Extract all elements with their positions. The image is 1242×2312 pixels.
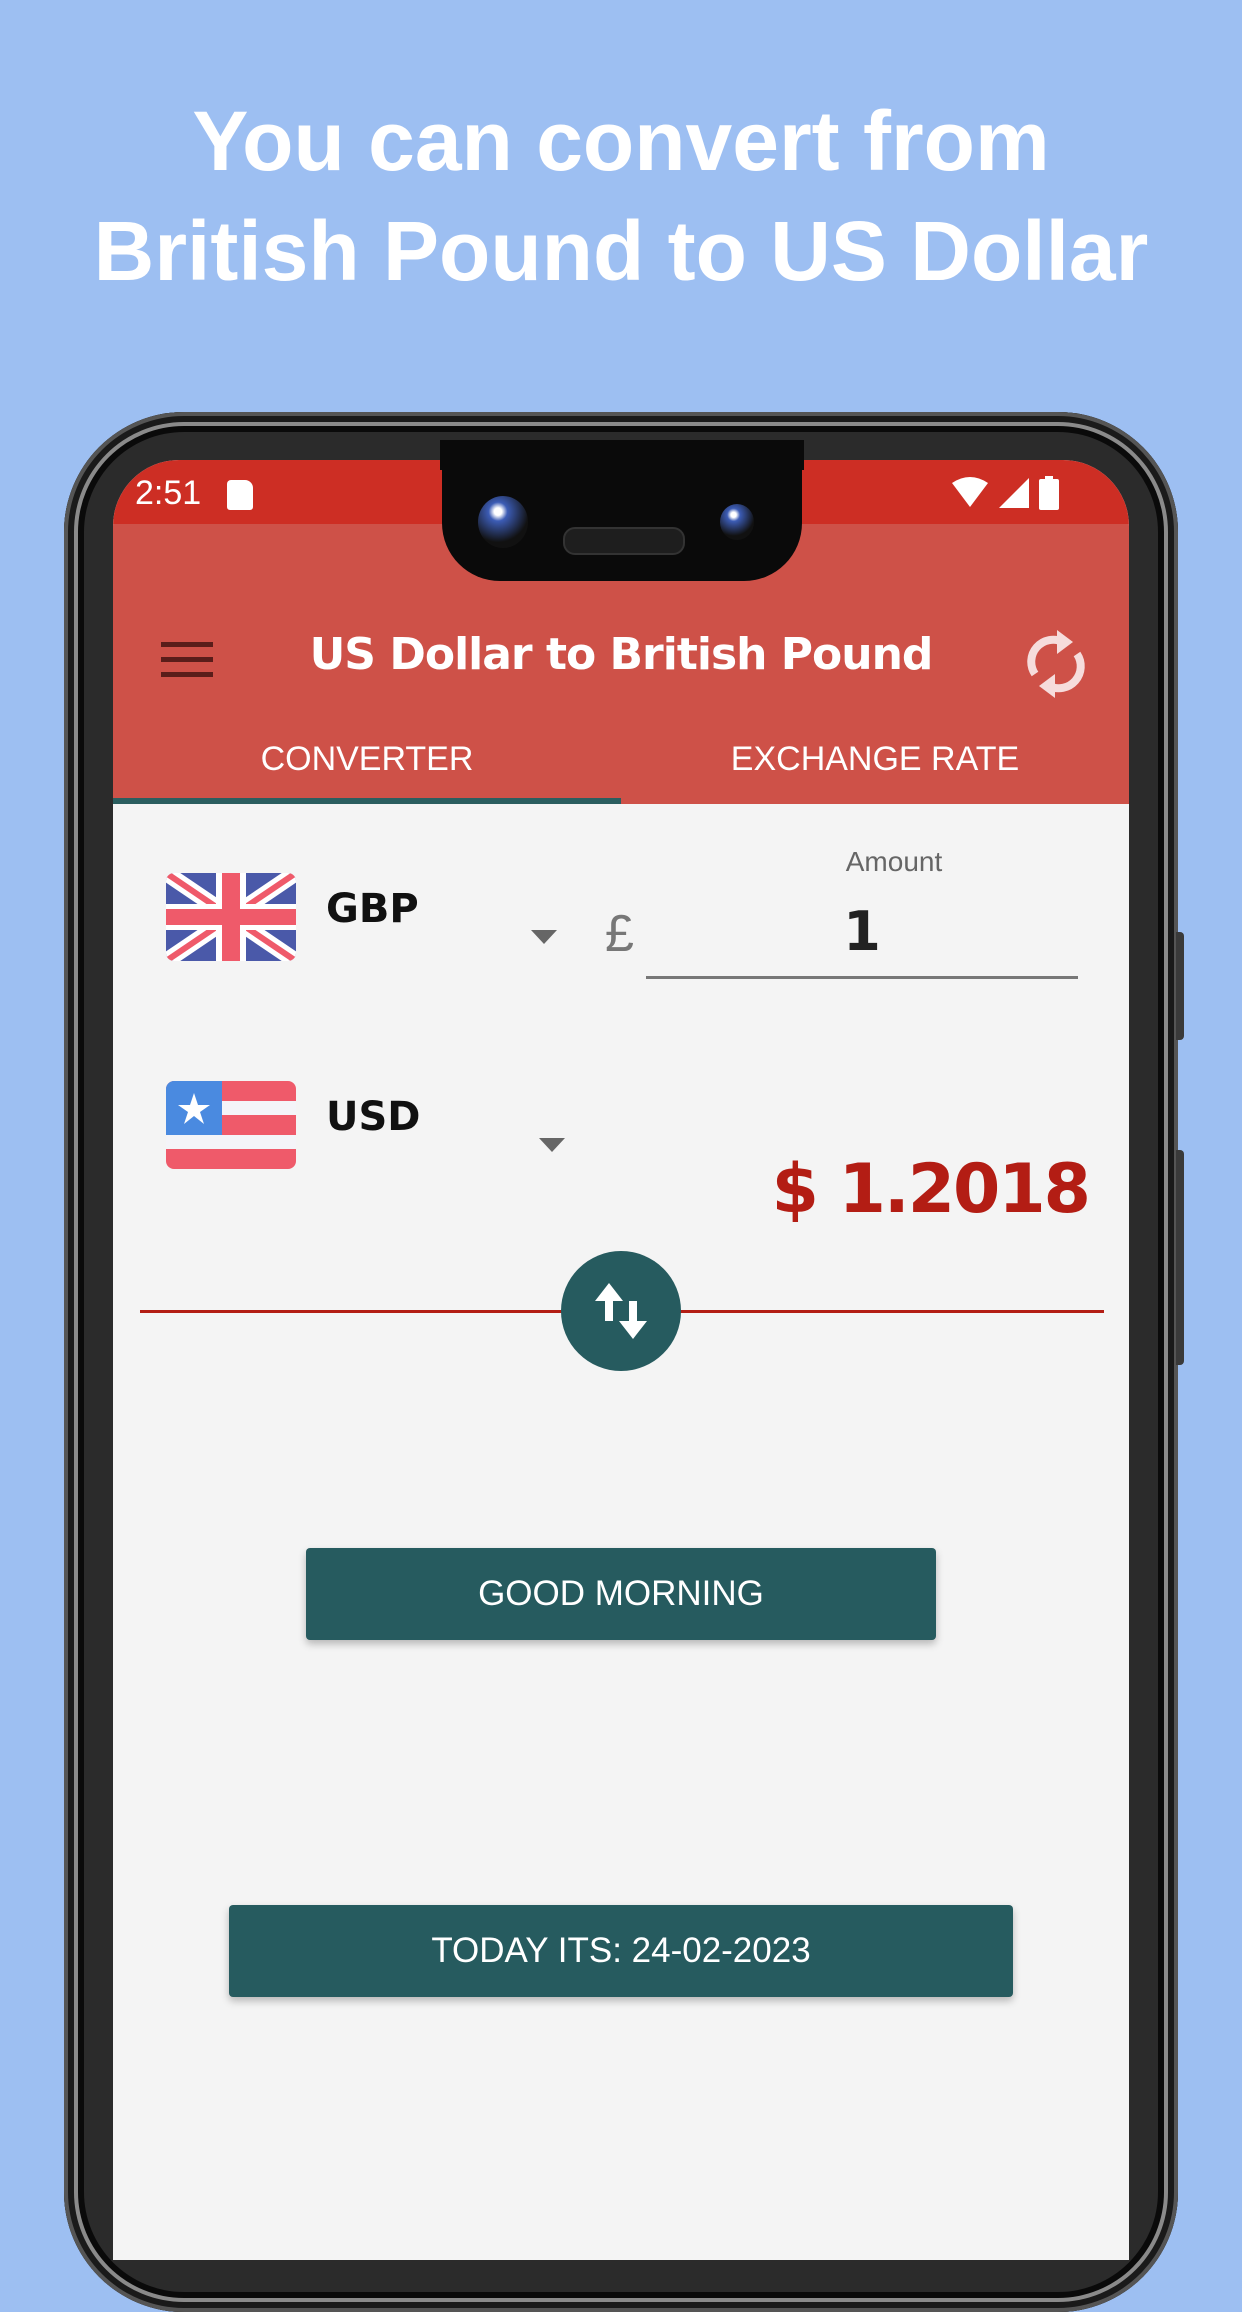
promo-headline-line2: British Pound to US Dollar	[93, 204, 1149, 298]
phone-side-button-bottom	[1176, 1150, 1184, 1365]
swap-currencies-button[interactable]	[561, 1251, 681, 1371]
uk-flag-icon[interactable]	[166, 873, 296, 961]
us-flag-icon[interactable]	[166, 1081, 296, 1169]
refresh-icon[interactable]	[1021, 624, 1091, 704]
conversion-result: $ 1.2018	[771, 1150, 1091, 1229]
promo-headline: You can convert from British Pound to US…	[0, 86, 1242, 306]
earpiece-speaker	[563, 527, 685, 555]
wifi-icon	[952, 477, 988, 507]
tab-bar: CONVERTER EXCHANGE RATE	[113, 720, 1129, 804]
to-currency-dropdown-arrow[interactable]	[539, 1138, 565, 1152]
amount-input[interactable]	[646, 886, 1078, 979]
phone-side-button-top	[1176, 932, 1184, 1040]
front-sensor-icon	[720, 504, 754, 540]
promo-headline-line1: You can convert from	[192, 94, 1050, 188]
swap-vertical-icon	[595, 1283, 647, 1339]
cellular-signal-icon	[999, 478, 1029, 508]
sd-card-icon	[227, 480, 253, 510]
front-camera-icon	[478, 496, 528, 548]
from-currency-code[interactable]: GBP	[326, 886, 419, 932]
tab-exchange-rate[interactable]: EXCHANGE RATE	[621, 720, 1129, 804]
converter-panel: GBP Amount £ USD $ 1.2018 GOOD MORNING	[113, 804, 1129, 2260]
from-currency-dropdown-arrow[interactable]	[531, 930, 557, 944]
app-title: US Dollar to British Pound	[309, 629, 934, 680]
date-button[interactable]: TODAY ITS: 24-02-2023	[229, 1905, 1013, 1997]
greeting-button[interactable]: GOOD MORNING	[306, 1548, 936, 1640]
tab-converter[interactable]: CONVERTER	[113, 720, 621, 804]
to-currency-code[interactable]: USD	[326, 1094, 421, 1140]
phone-screen: 2:51 US Dollar to British Pound CONVERTE…	[113, 460, 1129, 2260]
currency-symbol: £	[605, 905, 634, 963]
amount-label: Amount	[845, 846, 943, 877]
status-time: 2:51	[135, 474, 202, 512]
battery-icon	[1039, 476, 1059, 510]
